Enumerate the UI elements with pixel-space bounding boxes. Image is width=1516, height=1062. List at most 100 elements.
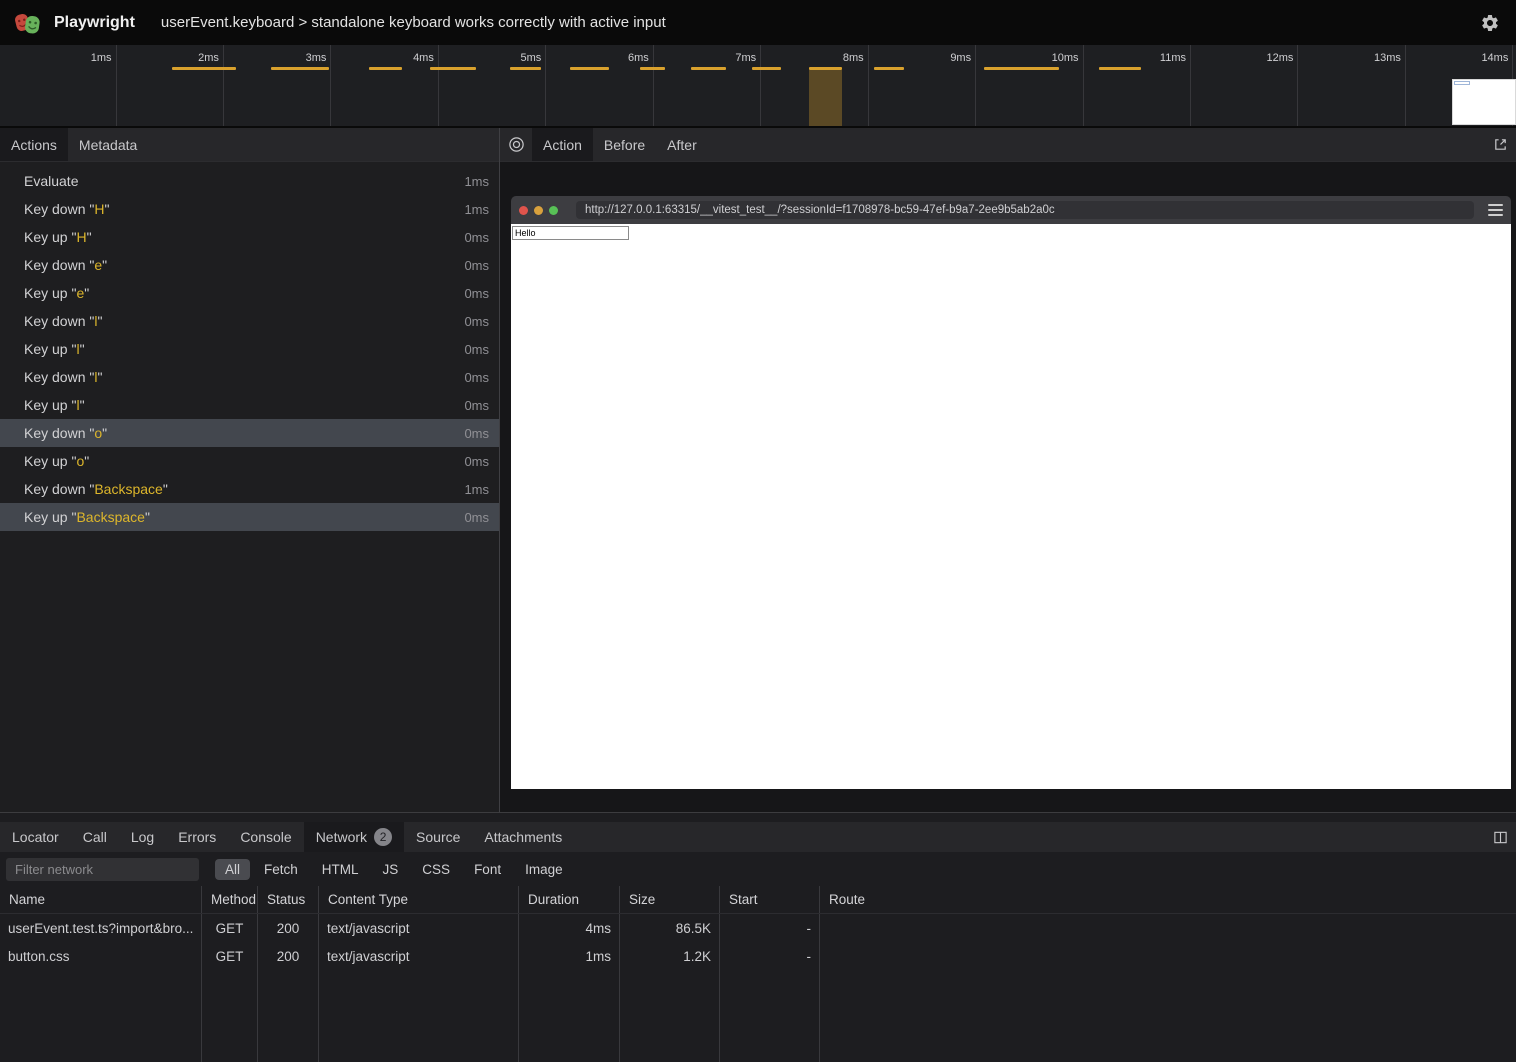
column-header-route[interactable]: Route (820, 886, 1516, 913)
action-key-name: l (94, 369, 97, 385)
snapshot-text-input[interactable] (512, 226, 629, 240)
tab-actions[interactable]: Actions (0, 128, 68, 161)
tab-errors[interactable]: Errors (166, 822, 228, 852)
timeline-gridline (868, 45, 869, 128)
timeline-action-mark[interactable] (691, 67, 726, 70)
tab-before[interactable]: Before (593, 128, 656, 161)
tab-after[interactable]: After (656, 128, 708, 161)
column-header-start[interactable]: Start (720, 886, 820, 913)
timeline-tick-label: 11ms (1130, 52, 1186, 64)
action-row[interactable]: Key up "o"0ms (0, 447, 499, 475)
timeline-action-mark[interactable] (640, 67, 665, 70)
action-row[interactable]: Key up "l"0ms (0, 391, 499, 419)
traffic-light-red-icon (519, 206, 528, 215)
timeline-screenshot-thumbnail[interactable] (1452, 79, 1516, 125)
action-row[interactable]: Key down "e"0ms (0, 251, 499, 279)
action-duration: 0ms (464, 314, 489, 329)
tab-locator[interactable]: Locator (0, 822, 71, 852)
action-title: Key up "l" (24, 397, 464, 413)
timeline-tick-label: 12ms (1237, 52, 1293, 64)
network-cell: 200 (258, 942, 319, 970)
tab-source[interactable]: Source (404, 822, 472, 852)
action-row[interactable]: Key up "Backspace"0ms (0, 503, 499, 531)
action-duration: 0ms (464, 398, 489, 413)
filter-chip-fetch[interactable]: Fetch (254, 859, 308, 880)
filter-chip-html[interactable]: HTML (312, 859, 369, 880)
action-row[interactable]: Key down "Backspace"1ms (0, 475, 499, 503)
tab-call[interactable]: Call (71, 822, 119, 852)
action-row[interactable]: Key down "o"0ms (0, 419, 499, 447)
filter-chip-css[interactable]: CSS (412, 859, 460, 880)
action-row[interactable]: Key down "l"0ms (0, 307, 499, 335)
timeline-gridline (1405, 45, 1406, 128)
timeline-gridline (760, 45, 761, 128)
timeline-action-mark[interactable] (271, 67, 329, 70)
tab-action[interactable]: Action (532, 128, 593, 161)
tab-log[interactable]: Log (119, 822, 166, 852)
action-duration: 0ms (464, 258, 489, 273)
tab-console[interactable]: Console (228, 822, 303, 852)
timeline-tick-label: 7ms (700, 52, 756, 64)
timeline-tick-label: 13ms (1345, 52, 1401, 64)
action-title: Key down "l" (24, 369, 464, 385)
timeline-action-mark[interactable] (430, 67, 476, 70)
timeline-action-mark[interactable] (752, 67, 781, 70)
column-header-size[interactable]: Size (620, 886, 720, 913)
column-header-content-type[interactable]: Content Type (319, 886, 519, 913)
action-duration: 0ms (464, 286, 489, 301)
tab-source-label: Source (416, 829, 460, 845)
timeline-tick-label: 5ms (485, 52, 541, 64)
timeline-action-mark[interactable] (809, 67, 842, 70)
pick-locator-target-icon[interactable] (500, 128, 532, 161)
tab-actions-label: Actions (11, 137, 57, 153)
network-cell: text/javascript (319, 942, 519, 970)
network-row[interactable]: userEvent.test.ts?import&bro...GET200tex… (0, 914, 1516, 942)
timeline-action-mark[interactable] (984, 67, 1059, 70)
column-header-method[interactable]: Method (202, 886, 258, 913)
network-cell: 4ms (519, 914, 620, 942)
timeline-action-mark[interactable] (874, 67, 904, 70)
timeline-action-mark[interactable] (1099, 67, 1141, 70)
filter-chip-js[interactable]: JS (373, 859, 409, 880)
timeline-action-mark[interactable] (172, 67, 236, 70)
action-duration: 1ms (464, 174, 489, 189)
action-row[interactable]: Key up "H"0ms (0, 223, 499, 251)
action-title: Key down "l" (24, 313, 464, 329)
timeline-action-mark[interactable] (570, 67, 609, 70)
tab-errors-label: Errors (178, 829, 216, 845)
open-snapshot-external-icon[interactable] (1484, 128, 1516, 161)
filler-cell (202, 970, 258, 1062)
network-cell: userEvent.test.ts?import&bro... (0, 914, 202, 942)
filter-chip-font[interactable]: Font (464, 859, 511, 880)
tab-attachments[interactable]: Attachments (472, 822, 574, 852)
filler-cell (620, 970, 720, 1062)
column-header-name[interactable]: Name (0, 886, 202, 913)
timeline-action-mark[interactable] (510, 67, 541, 70)
tab-metadata[interactable]: Metadata (68, 128, 148, 161)
action-row[interactable]: Key up "l"0ms (0, 335, 499, 363)
timeline-strip[interactable]: 1ms2ms3ms4ms5ms6ms7ms8ms9ms10ms11ms12ms1… (0, 45, 1516, 128)
network-row[interactable]: button.cssGET200text/javascript1ms1.2K- (0, 942, 1516, 970)
action-row[interactable]: Evaluate1ms (0, 167, 499, 195)
action-title: Key up "e" (24, 285, 464, 301)
traffic-light-green-icon (549, 206, 558, 215)
network-cell: button.css (0, 942, 202, 970)
trace-title: userEvent.keyboard > standalone keyboard… (161, 14, 666, 31)
action-title: Key down "H" (24, 201, 464, 217)
timeline-ticks: 1ms2ms3ms4ms5ms6ms7ms8ms9ms10ms11ms12ms1… (0, 45, 1516, 126)
network-count-badge: 2 (374, 828, 392, 846)
timeline-selected-range (809, 70, 842, 126)
action-row[interactable]: Key down "l"0ms (0, 363, 499, 391)
network-cell: GET (202, 942, 258, 970)
column-header-duration[interactable]: Duration (519, 886, 620, 913)
filter-chip-image[interactable]: Image (515, 859, 573, 880)
filter-chip-all[interactable]: All (215, 859, 250, 880)
tab-network[interactable]: Network2 (304, 822, 404, 852)
split-columns-icon[interactable] (1484, 822, 1516, 852)
action-row[interactable]: Key up "e"0ms (0, 279, 499, 307)
column-header-status[interactable]: Status (258, 886, 319, 913)
network-filter-input[interactable] (6, 858, 199, 881)
timeline-action-mark[interactable] (369, 67, 402, 70)
action-row[interactable]: Key down "H"1ms (0, 195, 499, 223)
settings-gear-icon[interactable] (1478, 11, 1502, 35)
